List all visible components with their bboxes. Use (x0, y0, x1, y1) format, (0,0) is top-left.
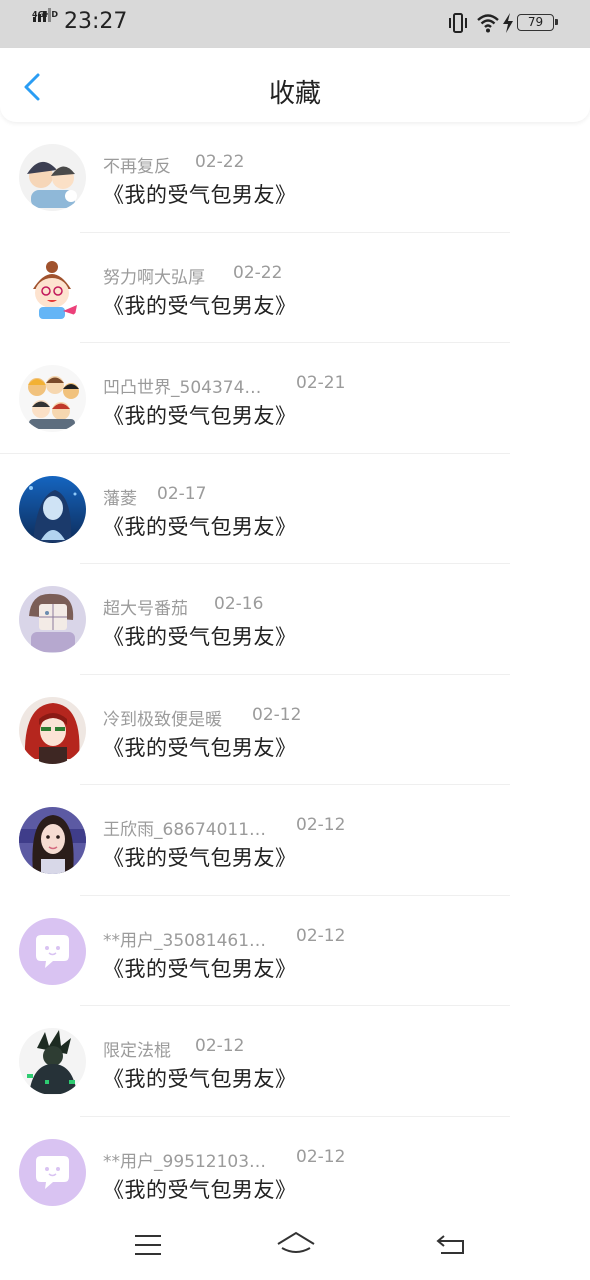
book-title[interactable]: 《我的受气包男友》 (103, 1174, 297, 1204)
vibrate-icon (449, 13, 467, 33)
list-item[interactable]: **用户_99512103… 02-12 《我的受气包男友》 (0, 1117, 590, 1228)
username[interactable]: 不再复反 (103, 157, 171, 177)
book-title[interactable]: 《我的受气包男友》 (103, 290, 297, 320)
username[interactable]: 凹凸世界_504374… (103, 378, 261, 398)
book-title[interactable]: 《我的受气包男友》 (103, 511, 297, 541)
default-chat-avatar-image (19, 917, 86, 985)
mermaid-avatar-image (19, 475, 86, 543)
book-title[interactable]: 《我的受气包男友》 (103, 842, 297, 872)
username[interactable]: **用户_99512103… (103, 1152, 266, 1172)
avatar[interactable] (19, 365, 86, 432)
username[interactable]: 冷到极致便是暖 (103, 710, 222, 730)
favorite-date: 02-12 (296, 1146, 346, 1167)
girl-avatar-image (19, 807, 86, 874)
list-item[interactable]: 冷到极致便是暖 02-12 《我的受气包男友》 (0, 675, 590, 785)
list-item[interactable]: 藩菱 02-17 《我的受气包男友》 (0, 454, 590, 564)
anime-avatar-image (19, 144, 86, 211)
back-icon[interactable] (436, 1232, 466, 1256)
book-title[interactable]: 《我的受气包男友》 (103, 1063, 297, 1093)
list-item[interactable]: 限定法棍 02-12 《我的受气包男友》 (0, 1006, 590, 1117)
avatar[interactable] (19, 696, 86, 764)
avatar[interactable] (19, 586, 86, 653)
menu-icon[interactable] (134, 1234, 162, 1256)
avatar[interactable] (19, 917, 86, 985)
username[interactable]: 超大号番茄 (103, 599, 188, 619)
book-title[interactable]: 《我的受气包男友》 (103, 179, 297, 209)
dark-figure-avatar-image (19, 1028, 86, 1095)
status-bar: 4GHD 23:27 79 (0, 0, 590, 48)
home-icon[interactable] (276, 1230, 316, 1258)
favorite-date: 02-12 (296, 815, 346, 835)
system-nav-bar (0, 1218, 590, 1280)
username[interactable]: 藩菱 (103, 489, 137, 509)
status-time: 23:27 (64, 9, 128, 34)
charging-icon (503, 13, 513, 33)
username[interactable]: 限定法棍 (103, 1041, 171, 1061)
page-title: 收藏 (268, 79, 321, 109)
favorite-date: 02-22 (195, 152, 245, 172)
avatar[interactable] (19, 254, 86, 322)
favorite-date: 02-12 (252, 704, 302, 725)
list-item[interactable]: **用户_35081461… 02-12 《我的受气包男友》 (0, 896, 590, 1006)
battery-icon: 79 (517, 14, 558, 31)
drawn-avatar-image (19, 586, 86, 653)
avatar[interactable] (19, 1028, 86, 1095)
list-item[interactable]: 不再复反 02-22 《我的受气包男友》 (0, 122, 590, 233)
list-item[interactable]: 超大号番茄 02-16 《我的受气包男友》 (0, 564, 590, 675)
app-header: 收藏 (0, 48, 590, 122)
username[interactable]: 努力啊大弘厚 (103, 268, 205, 288)
favorite-date: 02-12 (296, 925, 346, 946)
username[interactable]: 王欣雨_68674011… (103, 820, 266, 840)
avatar[interactable] (19, 807, 86, 874)
cartoon-avatar-image (19, 254, 86, 322)
favorite-date: 02-21 (296, 373, 346, 393)
favorite-date: 02-17 (157, 483, 207, 504)
default-chat-avatar-image (19, 1138, 86, 1206)
favorite-date: 02-22 (233, 262, 283, 283)
list-item[interactable]: 努力啊大弘厚 02-22 《我的受气包男友》 (0, 233, 590, 343)
avatar[interactable] (19, 1138, 86, 1206)
avatar[interactable] (19, 144, 86, 211)
network-indicator: 4GHD (32, 8, 60, 34)
book-title[interactable]: 《我的受气包男友》 (103, 732, 297, 762)
book-title[interactable]: 《我的受气包男友》 (103, 621, 297, 651)
username[interactable]: **用户_35081461… (103, 931, 266, 951)
red-hair-avatar-image (19, 696, 86, 764)
book-title[interactable]: 《我的受气包男友》 (103, 953, 297, 983)
favorite-date: 02-16 (214, 594, 264, 614)
wifi-icon (477, 14, 499, 33)
avatar[interactable] (19, 475, 86, 543)
favorites-list: 不再复反 02-22 《我的受气包男友》 努力啊大弘厚 02-22 《我的受气包男友… (0, 122, 590, 1227)
group-avatar-image (19, 365, 86, 432)
book-title[interactable]: 《我的受气包男友》 (103, 400, 297, 430)
favorite-date: 02-12 (195, 1036, 245, 1056)
list-item[interactable]: 凹凸世界_504374… 02-21 《我的受气包男友》 (0, 343, 590, 454)
list-item[interactable]: 王欣雨_68674011… 02-12 《我的受气包男友》 (0, 785, 590, 896)
